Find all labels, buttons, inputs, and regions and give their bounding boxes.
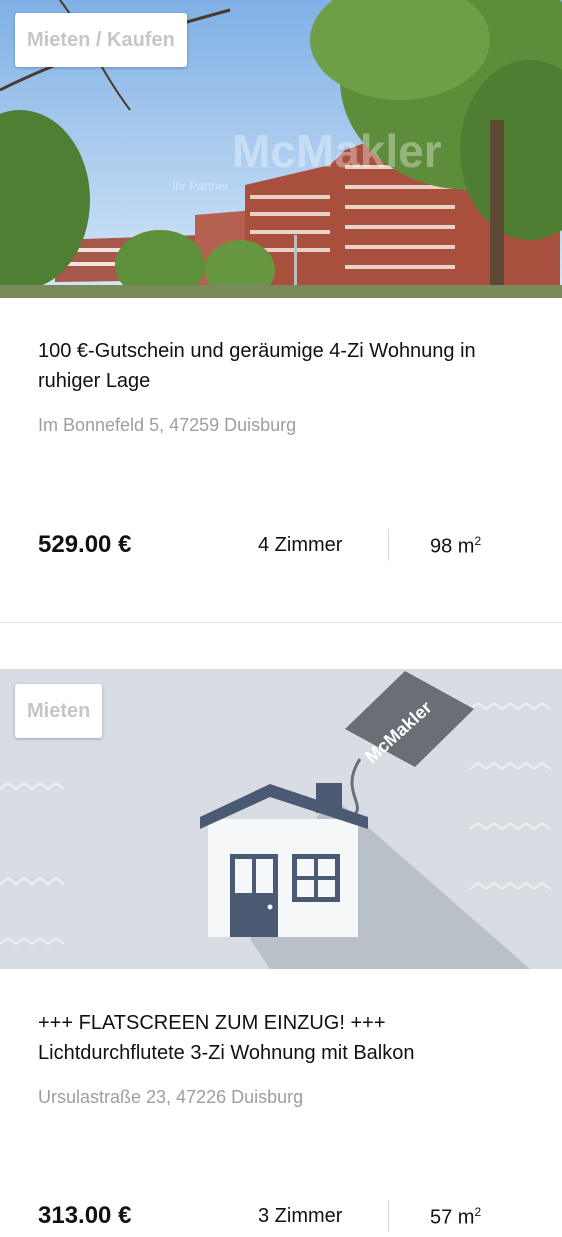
- image-watermark: McMakler: [232, 125, 442, 177]
- listing-title[interactable]: 100 €-Gutschein und geräumige 4-Zi Wohnu…: [38, 336, 518, 396]
- listing-address: Im Bonnefeld 5, 47259 Duisburg: [38, 415, 297, 435]
- offer-type-badge: Mieten / Kaufen: [15, 13, 187, 67]
- stats-divider: [388, 529, 389, 561]
- listing-area: 57 m2: [430, 1205, 482, 1229]
- listing-rooms: 3 Zimmer: [258, 1205, 343, 1227]
- listing-stats: 313.00 € 3 Zimmer 57 m2: [0, 1197, 562, 1237]
- svg-text:Ihr Partner: Ihr Partner: [172, 179, 229, 193]
- listing-price: 529.00 €: [38, 531, 132, 558]
- listing-title[interactable]: +++ FLATSCREEN ZUM EINZUG! +++ Lichtdurc…: [38, 1008, 518, 1068]
- listing-photo[interactable]: McMakler Mieten: [0, 669, 562, 969]
- listing-rooms: 4 Zimmer: [258, 534, 343, 556]
- offer-type-badge: Mieten: [15, 684, 103, 738]
- listing-price: 313.00 €: [38, 1202, 132, 1229]
- listing-card[interactable]: McMakler Ihr Partner Mieten / Kaufen 100…: [0, 0, 562, 623]
- listing-photo[interactable]: McMakler Ihr Partner Mieten / Kaufen: [0, 0, 562, 298]
- stats-divider: [388, 1200, 389, 1232]
- listing-area: 98 m2: [430, 534, 482, 558]
- listing-card[interactable]: McMakler Mieten +++ FLATSCREEN ZUM EINZU…: [0, 669, 562, 1232]
- listing-address: Ursulastraße 23, 47226 Duisburg: [38, 1087, 304, 1107]
- card-separator: [0, 622, 562, 623]
- listing-stats: 529.00 € 4 Zimmer 98 m2: [0, 526, 562, 566]
